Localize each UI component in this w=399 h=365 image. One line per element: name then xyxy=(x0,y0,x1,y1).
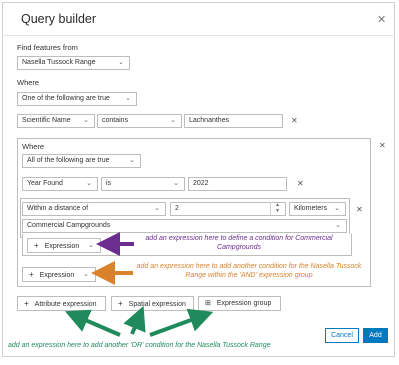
where-label: Where xyxy=(17,78,40,87)
plus-icon: + xyxy=(24,299,29,308)
target-layer-select[interactable]: Commercial Campgrounds ⌄ xyxy=(22,219,347,233)
year-operator-select[interactable]: is ⌄ xyxy=(101,177,185,191)
distance-operator-select[interactable]: Within a distance of ⌄ xyxy=(22,202,166,216)
find-features-label: Find features from xyxy=(17,43,78,52)
header-divider xyxy=(2,35,395,36)
expression-group-label: Expression group xyxy=(216,300,272,307)
cancel-button[interactable]: Cancel xyxy=(325,328,359,343)
chevron-down-icon: ⌄ xyxy=(83,117,89,124)
remove-group-icon[interactable]: ✕ xyxy=(379,141,386,150)
target-layer-value: Commercial Campgrounds xyxy=(27,222,111,229)
field-select[interactable]: Scientific Name ⌄ xyxy=(17,114,95,128)
chevron-down-icon: ⌄ xyxy=(154,205,160,212)
group-add-expression-button[interactable]: + Expression ⌄ xyxy=(22,267,96,282)
chevron-down-icon: ⌄ xyxy=(88,242,94,249)
plus-icon: + xyxy=(118,299,123,308)
close-icon[interactable]: ✕ xyxy=(377,13,386,26)
remove-year-expression-icon[interactable]: ✕ xyxy=(297,179,304,188)
plus-icon: + xyxy=(34,241,39,250)
chevron-down-icon: ⌄ xyxy=(83,271,89,278)
group-mode-value: All of the following are true xyxy=(27,157,110,164)
attribute-expression-button[interactable]: + Attribute expression xyxy=(17,296,106,311)
remove-distance-expression-icon[interactable]: ✕ xyxy=(356,205,363,214)
inner-add-expression-button[interactable]: + Expression ⌄ xyxy=(27,238,101,253)
group-expression-label: Expression xyxy=(39,272,75,279)
distance-stepper[interactable]: ▲ ▼ xyxy=(270,202,286,216)
year-value-input[interactable]: 2022 xyxy=(188,177,287,191)
field-select-value: Scientific Name xyxy=(22,117,71,124)
layer-select[interactable]: Nasella Tussock Range ⌄ xyxy=(17,56,130,70)
chevron-down-icon: ⌄ xyxy=(173,180,179,187)
remove-expression-icon[interactable]: ✕ xyxy=(291,116,298,125)
expression-group-icon: ⊞ xyxy=(205,300,211,307)
distance-value-input[interactable]: 2 xyxy=(170,202,286,216)
distance-unit-value: Kilometers xyxy=(294,205,328,212)
chevron-down-icon: ⌄ xyxy=(335,222,341,229)
operator-select-value: contains xyxy=(102,117,129,124)
purple-annotation: add an expression here to define a condi… xyxy=(145,235,333,251)
expression-group-button[interactable]: ⊞ Expression group xyxy=(198,296,281,311)
inner-expression-label: Expression xyxy=(44,243,80,250)
chevron-down-icon: ⌄ xyxy=(118,59,124,66)
operator-select[interactable]: contains ⌄ xyxy=(97,114,182,128)
value-input[interactable]: Lachnanthes xyxy=(184,114,283,128)
group-where-label: Where xyxy=(22,142,45,151)
spatial-expression-label: Spatial expression xyxy=(128,301,186,308)
year-field-value: Year Found xyxy=(27,180,63,187)
chevron-down-icon: ⌄ xyxy=(334,205,340,212)
chevron-down-icon: ⌄ xyxy=(129,157,135,164)
green-annotation: add an expression here to add another 'O… xyxy=(8,342,271,349)
layer-select-value: Nasella Tussock Range xyxy=(22,59,96,66)
attribute-expression-label: Attribute expression xyxy=(34,301,97,308)
distance-operator-value: Within a distance of xyxy=(27,205,89,212)
dialog-title: Query builder xyxy=(21,12,97,26)
plus-icon: + xyxy=(29,270,34,279)
where-mode-value: One of the following are true xyxy=(22,95,110,102)
distance-unit-select[interactable]: Kilometers ⌄ xyxy=(289,202,346,216)
where-mode-select[interactable]: One of the following are true ⌄ xyxy=(17,92,137,106)
chevron-down-icon: ⌄ xyxy=(125,95,131,102)
stepper-down-icon[interactable]: ▼ xyxy=(275,209,280,214)
spatial-expression-button[interactable]: + Spatial expression xyxy=(111,296,194,311)
chevron-down-icon: ⌄ xyxy=(86,180,92,187)
orange-annotation: add an expression here to add another co… xyxy=(136,263,362,279)
add-button[interactable]: Add xyxy=(363,328,388,343)
group-mode-select[interactable]: All of the following are true ⌄ xyxy=(22,154,141,168)
year-operator-value: is xyxy=(106,180,112,187)
year-field-select[interactable]: Year Found ⌄ xyxy=(22,177,98,191)
chevron-down-icon: ⌄ xyxy=(170,117,176,124)
